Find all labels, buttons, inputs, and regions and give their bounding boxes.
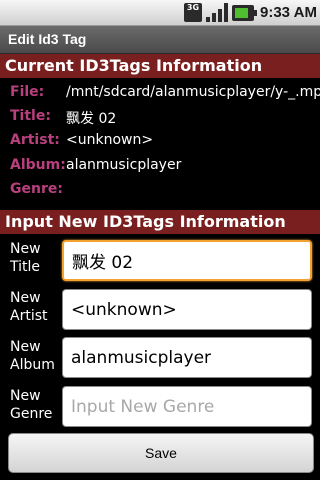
file-label: File:: [10, 84, 45, 100]
new-title-label: New Title: [10, 241, 41, 275]
screen: 3G 9:33 AM Edit Id3 Tag Current ID3Tags …: [0, 0, 320, 480]
network-3g-icon: 3G: [184, 3, 202, 22]
title-bar: Edit Id3 Tag: [0, 26, 320, 54]
status-time: 9:33 AM: [260, 4, 317, 21]
status-bar: 3G 9:33 AM: [0, 0, 320, 26]
current-info-header: Current ID3Tags Information: [0, 54, 320, 78]
signal-strength-icon: [206, 3, 228, 22]
album-value: alanmusicplayer: [66, 157, 182, 173]
new-title-input[interactable]: [62, 240, 312, 281]
title-value: 飘发 02: [66, 111, 117, 127]
new-album-label: New Album: [10, 339, 55, 373]
new-genre-input[interactable]: [62, 386, 312, 427]
current-info-header-text: Current ID3Tags Information: [5, 56, 263, 75]
artist-label: Artist:: [10, 132, 60, 148]
new-album-input[interactable]: [62, 337, 312, 378]
network-type-label: 3G: [186, 3, 200, 12]
album-label: Album:: [10, 157, 66, 173]
new-genre-label: New Genre: [10, 388, 53, 422]
app-title: Edit Id3 Tag: [8, 31, 87, 47]
save-button[interactable]: Save: [8, 433, 314, 473]
genre-label: Genre:: [10, 181, 63, 197]
input-info-header-text: Input New ID3Tags Information: [5, 212, 286, 231]
new-artist-label: New Artist: [10, 290, 48, 324]
input-info-header: Input New ID3Tags Information: [0, 210, 320, 234]
new-artist-input[interactable]: [62, 289, 312, 330]
battery-icon: [232, 5, 257, 21]
artist-value: <unknown>: [66, 132, 154, 148]
file-value: /mnt/sdcard/alanmusicplayer/y-_.mp3: [66, 84, 320, 100]
title-label: Title:: [10, 108, 51, 124]
